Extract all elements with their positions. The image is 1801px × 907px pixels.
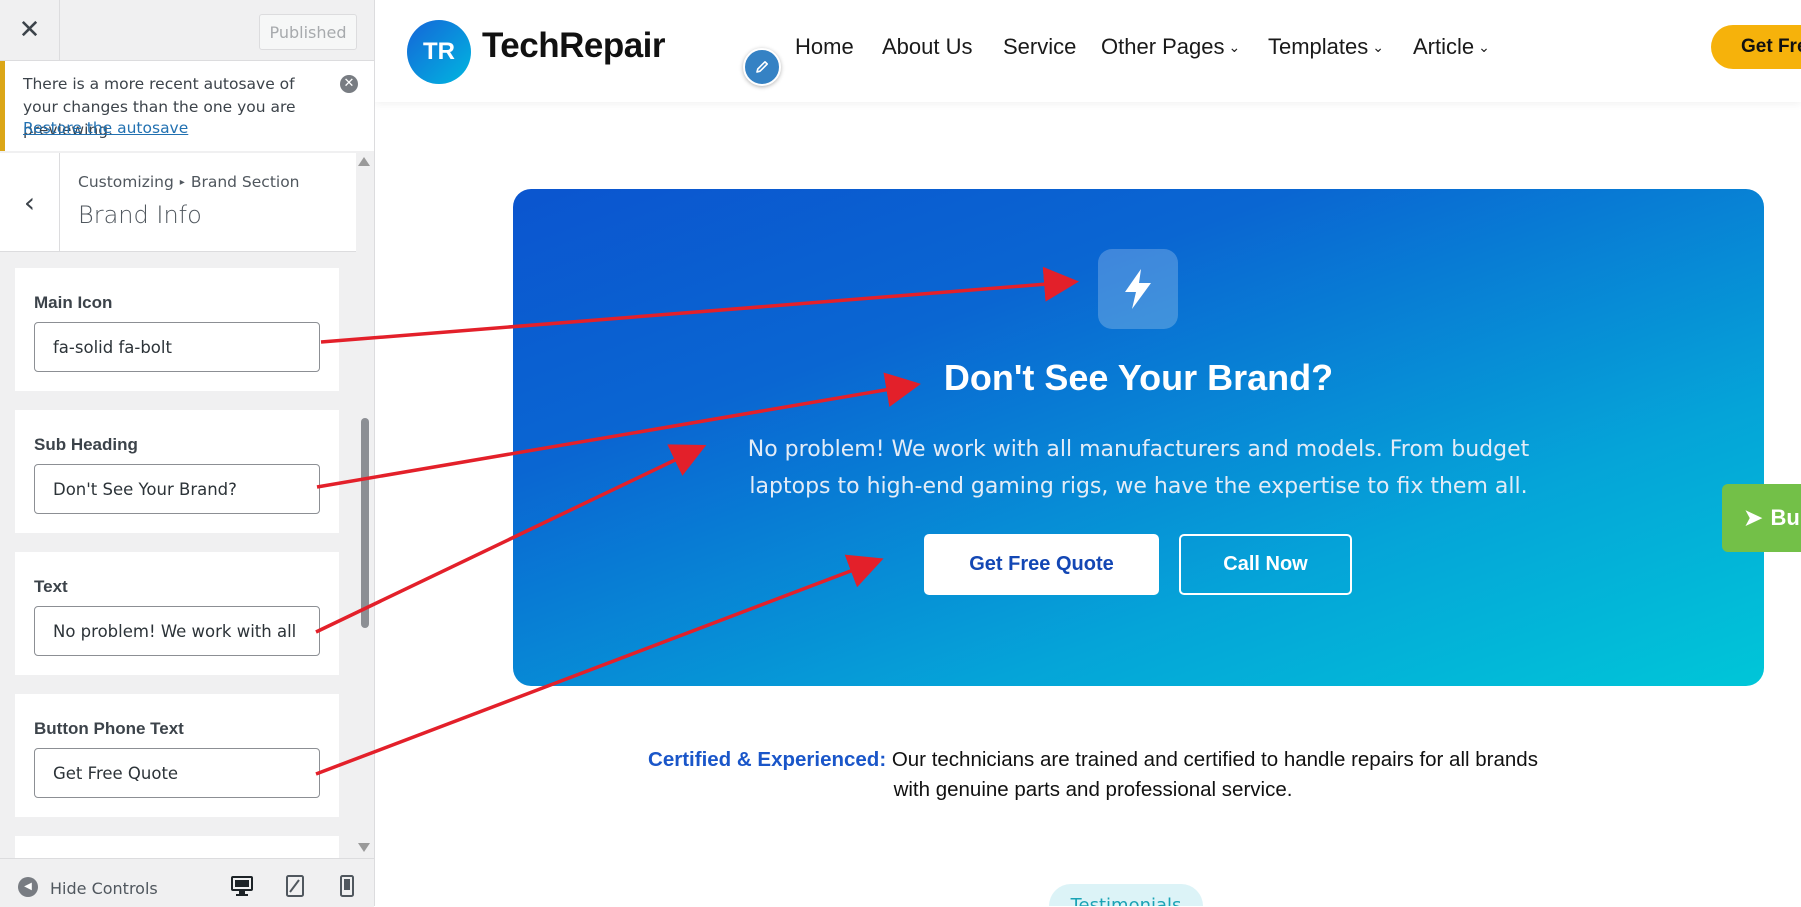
edit-pencil-icon[interactable] xyxy=(743,48,781,86)
call-now-button[interactable]: Call Now xyxy=(1179,534,1352,595)
chevron-down-icon: ⌄ xyxy=(1228,39,1241,55)
side-floating-tab[interactable]: ➤ Bu xyxy=(1722,484,1801,552)
nav-label: Service xyxy=(1003,34,1077,59)
control-button-phone-text: Button Phone Text xyxy=(15,694,339,817)
nav-service[interactable]: Service xyxy=(1003,34,1076,60)
main-icon-input[interactable] xyxy=(34,322,320,372)
desktop-preview-icon[interactable] xyxy=(227,871,257,901)
scrollbar-thumb[interactable] xyxy=(361,418,369,628)
get-free-quote-button[interactable]: Get Free Quote xyxy=(924,534,1159,595)
brand-info-hero: Don't See Your Brand? No problem! We wor… xyxy=(513,189,1764,686)
mobile-preview-icon[interactable] xyxy=(332,871,362,901)
control-label: Main Icon xyxy=(34,293,113,312)
nav-templates[interactable]: Templates ⌄ xyxy=(1268,34,1384,60)
control-main-icon: Main Icon xyxy=(15,268,339,391)
back-chevron-icon[interactable]: ‹ xyxy=(0,153,60,251)
control-label: Button Phone Text xyxy=(34,719,184,738)
bolt-icon xyxy=(1098,249,1178,329)
send-icon: ➤ xyxy=(1744,505,1763,530)
customizer-header: ✕ Published xyxy=(0,0,374,61)
restore-autosave-link[interactable]: Restore the autosave xyxy=(23,119,188,137)
hide-controls-icon[interactable]: ◀ xyxy=(18,877,38,897)
breadcrumb-root: Customizing xyxy=(78,173,174,191)
scroll-down-arrow-icon[interactable] xyxy=(358,843,370,852)
certified-text: Certified & Experienced: Our technicians… xyxy=(643,745,1543,805)
site-preview: TR TechRepair Home About Us Service Othe… xyxy=(375,0,1801,906)
customizer-sidebar: ✕ Published There is a more recent autos… xyxy=(0,0,375,907)
control-label: Sub Heading xyxy=(34,435,138,454)
side-tab-label: Bu xyxy=(1770,505,1800,530)
section-header: ‹ Customizing ▸ Brand Section Brand Info xyxy=(0,153,356,252)
certified-description: Our technicians are trained and certifie… xyxy=(886,748,1538,801)
scroll-up-arrow-icon[interactable] xyxy=(358,157,370,166)
nav-label: Article xyxy=(1413,34,1475,59)
get-free-quote-cta-button[interactable]: Get Fre xyxy=(1711,25,1801,69)
hero-text: No problem! We work with all manufacture… xyxy=(747,437,1530,499)
nav-label: Other Pages xyxy=(1101,34,1225,59)
control-label: Text xyxy=(34,577,68,596)
control-text: Text xyxy=(15,552,339,675)
nav-other-pages[interactable]: Other Pages ⌄ xyxy=(1101,34,1240,60)
dismiss-notice-icon[interactable]: ✕ xyxy=(340,75,358,93)
button-phone-text-input[interactable] xyxy=(34,748,320,798)
control-sub-heading: Sub Heading xyxy=(15,410,339,533)
breadcrumb-section: Brand Section xyxy=(190,173,300,191)
close-icon[interactable]: ✕ xyxy=(0,0,60,60)
hero-heading: Don't See Your Brand? xyxy=(943,357,1334,398)
hide-controls-button[interactable]: Hide Controls xyxy=(50,879,158,898)
logo-badge[interactable]: TR xyxy=(407,20,471,84)
nav-label: Templates xyxy=(1268,34,1369,59)
control-next-partial xyxy=(15,836,339,858)
nav-label: About Us xyxy=(882,34,973,59)
site-navbar: TR TechRepair Home About Us Service Othe… xyxy=(375,0,1801,102)
nav-article[interactable]: Article ⌄ xyxy=(1413,34,1490,60)
chevron-down-icon: ⌄ xyxy=(1478,39,1490,55)
breadcrumb-separator: ▸ xyxy=(179,177,185,188)
section-title: Brand Info xyxy=(78,201,202,229)
certified-label: Certified & Experienced: xyxy=(648,748,887,771)
autosave-notice: There is a more recent autosave of your … xyxy=(0,61,374,151)
published-button[interactable]: Published xyxy=(259,14,357,50)
sub-heading-input[interactable] xyxy=(34,464,320,514)
nav-about-us[interactable]: About Us xyxy=(882,34,973,60)
customizer-footer: ◀ Hide Controls xyxy=(0,858,374,907)
breadcrumb: Customizing ▸ Brand Section xyxy=(78,173,300,191)
tablet-preview-icon[interactable] xyxy=(280,871,310,901)
chevron-down-icon: ⌄ xyxy=(1372,39,1385,55)
nav-label: Home xyxy=(795,34,854,59)
nav-home[interactable]: Home xyxy=(795,34,854,60)
logo-text[interactable]: TechRepair xyxy=(482,26,666,66)
testimonials-pill: Testimonials xyxy=(1049,884,1203,906)
text-input[interactable] xyxy=(34,606,320,656)
